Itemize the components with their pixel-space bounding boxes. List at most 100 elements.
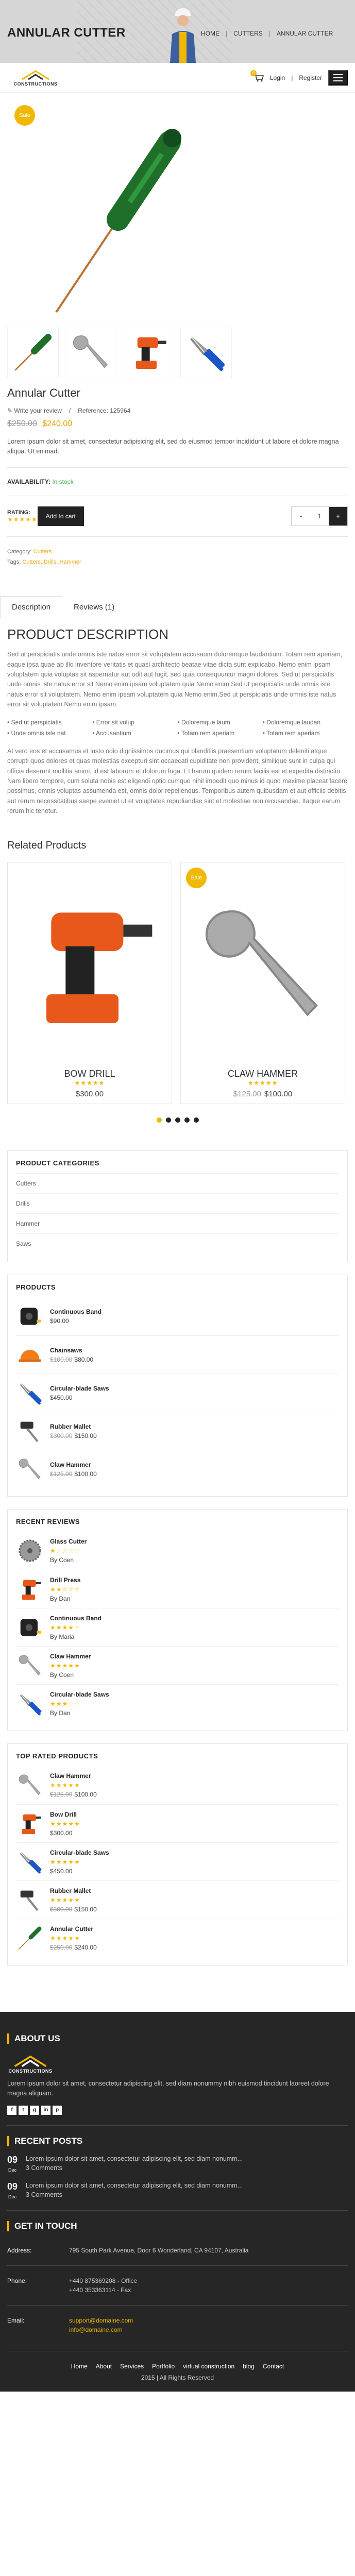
widget-price: $150.00 (74, 1905, 97, 1913)
widget-product-name[interactable]: Chainsaws (50, 1346, 93, 1355)
category-item[interactable]: Hammer (16, 1213, 339, 1233)
wrench-icon (73, 335, 108, 368)
old-price: $100.00 (50, 1355, 73, 1363)
footer-nav-blog[interactable]: blog (243, 2363, 255, 2370)
footer-nav-portfolio[interactable]: Portfolio (152, 2363, 175, 2370)
pinterest-icon[interactable]: p (53, 2105, 62, 2115)
write-review-link[interactable]: ✎ Write your review (7, 407, 62, 414)
product-main-image[interactable]: Sale (7, 101, 213, 323)
tab-description[interactable]: Description (0, 596, 63, 618)
widget-product[interactable]: Rubber Mallet $300.00 $150.00 (16, 1412, 339, 1450)
category-item[interactable]: Cutters (16, 1173, 339, 1193)
review-product-name[interactable]: Circular-blade Saws (50, 1690, 109, 1699)
google-plus-icon[interactable]: g (30, 2105, 39, 2115)
widget-heading: PRODUCT CATEGORIES (16, 1159, 99, 1167)
bullet-text: Error sit volup (96, 718, 134, 726)
cart-button[interactable]: 0 (250, 70, 264, 82)
register-link[interactable]: Register (299, 74, 322, 81)
widget-thumb (16, 1886, 44, 1914)
footer-nav-services[interactable]: Services (120, 2363, 144, 2370)
review-item[interactable]: Glass Cutter ★☆☆☆☆ By Coen (16, 1532, 339, 1570)
helmet-icon (19, 1349, 41, 1362)
login-link[interactable]: Login (270, 74, 285, 81)
top-rated-item[interactable]: Rubber Mallet ★★★★★ $300.00 $150.00 (16, 1880, 339, 1919)
top-rated-name[interactable]: Circular-blade Saws (50, 1848, 109, 1857)
linkedin-icon[interactable]: in (41, 2105, 50, 2115)
site-logo[interactable]: CONSTRUCTIONS (7, 69, 64, 87)
review-item[interactable]: Circular-blade Saws ★★★☆☆ By Dan (16, 1684, 339, 1722)
review-item[interactable]: Claw Hammer ★★★★★ By Coen (16, 1646, 339, 1684)
facebook-icon[interactable]: f (7, 2105, 16, 2115)
carousel-dot[interactable] (184, 1117, 190, 1123)
category-item[interactable]: Saws (16, 1233, 339, 1253)
widget-product[interactable]: Claw Hammer $125.00 $100.00 (16, 1450, 339, 1488)
carousel-dot[interactable] (175, 1117, 180, 1123)
thumbnail-drill[interactable] (123, 327, 174, 378)
review-product-name[interactable]: Continuous Band (50, 1614, 102, 1623)
top-rated-name[interactable]: Claw Hammer (50, 1771, 97, 1781)
footer-nav-about[interactable]: About (96, 2363, 112, 2370)
footer-logo[interactable]: CONSTRUCTIONS (7, 2054, 54, 2074)
widget-product-name[interactable]: Continuous Band (50, 1307, 102, 1316)
top-rated-item[interactable]: Claw Hammer ★★★★★ $125.00 $100.00 (16, 1766, 339, 1804)
review-product-name[interactable]: Drill Press (50, 1575, 80, 1585)
widget-thumb (16, 1341, 44, 1369)
description-paragraph: Sed ut perspiciatis unde omnis iste natu… (7, 651, 343, 708)
widget-price: $450.00 (50, 1394, 73, 1401)
recent-post[interactable]: 09 Dec Lorem ipsum dolor sit amet, consec… (7, 2155, 348, 2173)
footer-nav-contact[interactable]: Contact (263, 2363, 284, 2370)
tab-reviews[interactable]: Reviews (1) (62, 596, 127, 618)
qty-value[interactable]: 1 (310, 507, 329, 526)
product-card[interactable]: Sale CLAW HAMMER ★★★★★ $125.00 $100.00 (180, 862, 345, 1105)
logo-text: CONSTRUCTIONS (8, 2069, 53, 2074)
widget-product-name[interactable]: Rubber Mallet (50, 1422, 97, 1431)
product-card-image (13, 868, 166, 1063)
twitter-icon[interactable]: t (19, 2105, 28, 2115)
top-rated-item[interactable]: Annular Cutter ★★★★★ $250.00 $240.00 (16, 1919, 339, 1957)
top-rated-item[interactable]: Circular-blade Saws ★★★★★ $450.00 (16, 1842, 339, 1880)
add-to-cart-button[interactable]: Add to cart (37, 506, 84, 526)
review-product-name[interactable]: Glass Cutter (50, 1537, 87, 1546)
top-rated-name[interactable]: Annular Cutter (50, 1924, 97, 1934)
product-card[interactable]: BOW DRILL ★★★★★ $300.00 (7, 862, 172, 1105)
carousel-dot[interactable] (165, 1117, 171, 1123)
email-info-link[interactable]: info@domaine.com (69, 2326, 123, 2333)
page-title: ANNULAR CUTTER (7, 26, 126, 40)
category-link[interactable]: Cutters (33, 549, 52, 555)
thumbnail-wrench[interactable] (65, 327, 116, 378)
review-product-name[interactable]: Claw Hammer (50, 1652, 91, 1661)
review-item[interactable]: Continuous Band ★★★★☆ By Maria (16, 1608, 339, 1646)
widget-product[interactable]: Chainsaws $100.00 $80.00 (16, 1335, 339, 1374)
hamburger-menu-button[interactable] (328, 70, 348, 86)
post-date: 09 Dec (7, 2155, 18, 2173)
mallet-icon (17, 1887, 43, 1913)
footer-nav-home[interactable]: Home (71, 2363, 88, 2370)
drill-icon (22, 1580, 41, 1600)
thumbnail-pliers[interactable] (180, 327, 232, 378)
review-item[interactable]: Drill Press ★★☆☆☆ By Dan (16, 1570, 339, 1608)
qty-minus-button[interactable]: - (292, 507, 310, 526)
carousel-dot[interactable] (193, 1117, 199, 1123)
qty-plus-button[interactable]: + (329, 506, 347, 526)
category-item[interactable]: Drills (16, 1193, 339, 1213)
widget-product[interactable]: Continuous Band $90.00 (16, 1297, 339, 1335)
email-support-link[interactable]: support@domaine.com (69, 2317, 133, 2324)
widget-product[interactable]: Circular-blade Saws $450.00 (16, 1374, 339, 1412)
widget-product-name[interactable]: Claw Hammer (50, 1460, 97, 1469)
breadcrumb-home[interactable]: HOME (201, 30, 219, 37)
top-rated-name[interactable]: Bow Drill (50, 1810, 80, 1819)
current-price: $240.00 (42, 419, 73, 428)
footer-nav-virtual-construction[interactable]: virtual construction (183, 2363, 234, 2370)
recent-post[interactable]: 09 Dec Lorem ipsum dolor sit amet, consec… (7, 2181, 348, 2200)
thumbnail-screwdriver[interactable] (7, 327, 59, 378)
widget-thumb (16, 1771, 44, 1799)
widget-product-name[interactable]: Circular-blade Saws (50, 1384, 109, 1393)
divider (7, 2210, 348, 2211)
carousel-dot[interactable] (156, 1117, 162, 1123)
product-reference: Reference: 125964 (78, 407, 131, 414)
product-card-name: BOW DRILL (64, 1069, 115, 1079)
breadcrumb-cutters[interactable]: CUTTERS (233, 30, 263, 37)
tags-links[interactable]: Cutters, Drills, Hammer (22, 559, 81, 565)
top-rated-name[interactable]: Rubber Mallet (50, 1886, 97, 1895)
top-rated-item[interactable]: Bow Drill ★★★★★ $300.00 (16, 1804, 339, 1842)
